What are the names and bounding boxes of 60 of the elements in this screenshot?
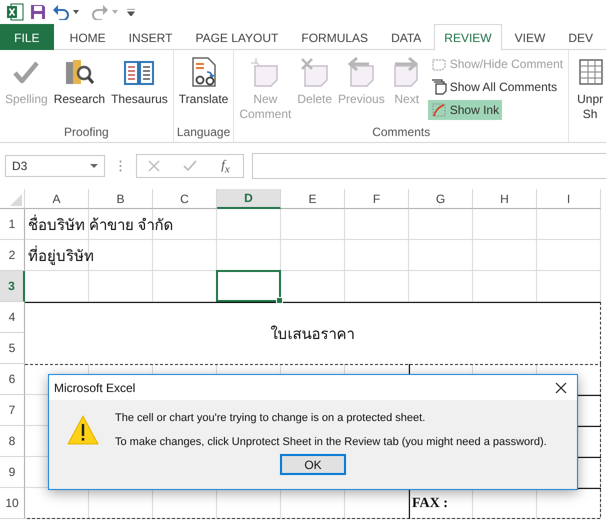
ribbon-tab[interactable]: FORMULAS (291, 24, 378, 50)
dialog-message: The cell or chart you're trying to change is on a protected sheet. (115, 412, 426, 424)
cell-text: ชื่อบริษัท ค้าขาย จำกัด (25, 209, 174, 240)
ribbon-button[interactable]: Translate (176, 54, 232, 107)
row-header[interactable]: 10 (0, 488, 25, 519)
column-header[interactable]: I (537, 189, 601, 209)
ribbon-tab[interactable]: VIEW (504, 24, 556, 50)
ribbon-tab[interactable]: INSERT (118, 24, 182, 50)
ribbon-tab[interactable]: HOME (60, 24, 116, 50)
column-header[interactable]: E (281, 189, 345, 209)
dialog-message: To make changes, click Unprotect Sheet in the Review tab (you might need a password). (115, 436, 547, 448)
warning-icon (67, 415, 99, 445)
grip-icon[interactable] (119, 160, 122, 172)
group-label: Language (176, 125, 230, 139)
check-icon[interactable] (182, 160, 197, 172)
row-header[interactable]: 1 (0, 209, 25, 240)
ribbon-button[interactable]: Research (50, 54, 108, 107)
row-header[interactable]: 6 (0, 364, 25, 395)
cell-text: ใบเสนอราคา (25, 302, 601, 364)
customize-icon[interactable] (127, 8, 135, 16)
pen-icon (430, 102, 447, 118)
column-header[interactable]: F (345, 189, 409, 209)
ribbon-button[interactable]: Unpr Sh (571, 54, 606, 122)
dialog-title: Microsoft Excel (54, 380, 136, 394)
save-icon[interactable] (30, 4, 46, 20)
active-cell[interactable] (216, 270, 281, 302)
insert-function-button[interactable]: f$_{x}$ (219, 156, 232, 176)
ribbon-tab[interactable]: PAGE LAYOUT (185, 24, 288, 50)
formula-input[interactable] (252, 153, 606, 179)
row-header[interactable]: 7 (0, 395, 25, 426)
ribbon-button[interactable]: Show All Comments (428, 77, 566, 97)
row-header[interactable]: 8 (0, 426, 25, 457)
ok-button[interactable]: OK (280, 454, 346, 475)
ribbon-tab[interactable]: DATA (381, 24, 432, 50)
undo-icon[interactable] (52, 4, 70, 20)
caret-icon[interactable] (73, 10, 79, 14)
group-label: Comments (372, 125, 430, 139)
cell-text: ที่อยู่บริษัท (25, 240, 94, 271)
close-icon[interactable] (555, 382, 567, 394)
column-header[interactable]: B (89, 189, 153, 209)
ribbon-button[interactable]: Show Ink (428, 100, 502, 120)
column-header[interactable]: H (473, 189, 537, 209)
row-header[interactable]: 9 (0, 457, 25, 488)
excel-logo-icon (6, 3, 24, 21)
ribbon-tab[interactable]: DEV (558, 24, 603, 50)
cell-text: FAX : (411, 494, 448, 512)
row-header[interactable]: 3 (0, 271, 25, 302)
column-header[interactable]: G (409, 189, 473, 209)
cancel-icon[interactable] (148, 160, 160, 172)
column-header[interactable]: A (25, 189, 89, 209)
caret-icon (90, 164, 98, 168)
redo-icon[interactable] (91, 4, 109, 20)
column-header[interactable]: D (217, 189, 281, 209)
ribbon-tab[interactable]: FILE (0, 24, 54, 50)
ribbon-tab[interactable]: REVIEW (434, 24, 502, 50)
name-box[interactable]: D3 (5, 155, 105, 177)
stacked-notes-icon (430, 79, 447, 95)
ribbon-button[interactable]: Thesaurus (108, 54, 171, 107)
group-label: Proofing (64, 125, 109, 139)
note-cross-icon (298, 56, 331, 88)
